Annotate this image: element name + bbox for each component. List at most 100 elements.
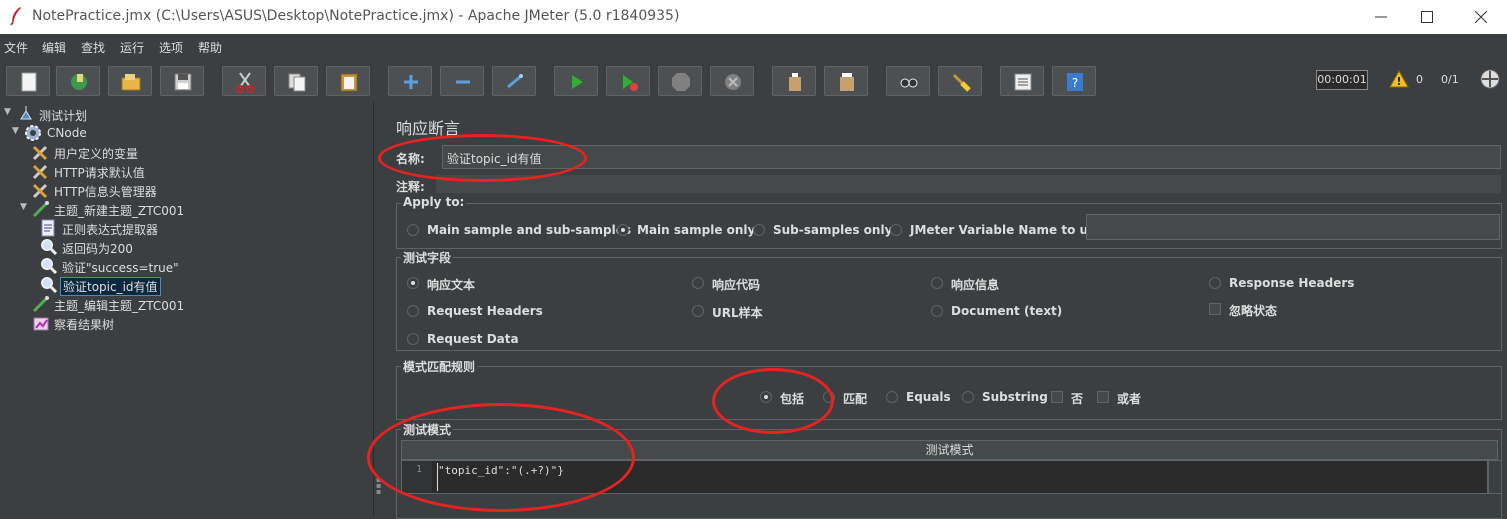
comment-input[interactable] (436, 175, 1501, 193)
radio-label: JMeter Variable Name to use (910, 223, 1104, 237)
collapse-all-button[interactable] (440, 66, 484, 96)
cut-icon (236, 72, 254, 93)
menu-edit[interactable]: 编辑 (42, 39, 66, 56)
sampler-icon (32, 200, 50, 221)
collapse-arrow-icon[interactable]: ▼ (20, 202, 27, 212)
toolbar: ? 00:00:01 ! 0 0/1 (0, 58, 1507, 102)
radio-label: Main sample and sub-samples (427, 223, 632, 237)
test-plan-tree: ▼ 测试计划 ▼ CNode 用户定义的变量 HTTP请求默认值 HTTP信息头… (0, 102, 373, 516)
radio-dot (931, 305, 943, 317)
new-button[interactable] (6, 66, 50, 96)
close-icon[interactable] (1458, 0, 1504, 34)
shutdown-icon (725, 74, 741, 90)
start-button[interactable] (554, 66, 598, 96)
checkbox-label: 或者 (1117, 392, 1142, 406)
radio-dot-selected (617, 224, 629, 236)
toggle-icon (507, 74, 523, 89)
stop-button[interactable] (658, 66, 702, 96)
comment-label: 注释: (396, 180, 425, 194)
function-helper-icon (1014, 73, 1032, 91)
help-button[interactable]: ? (1052, 66, 1096, 96)
config-element-icon (32, 181, 50, 202)
warning-icon[interactable]: ! (1389, 69, 1409, 91)
menu-search[interactable]: 查找 (81, 39, 105, 56)
search-icon (900, 78, 918, 88)
expand-icon (404, 75, 418, 89)
config-element-icon (32, 162, 50, 183)
name-label: 名称: (396, 152, 425, 166)
jmeter-variable-input[interactable] (1086, 214, 1500, 240)
radio-dot (962, 391, 974, 403)
radio-label: Substring (982, 390, 1048, 404)
radio-label: 响应代码 (712, 278, 761, 292)
stop-icon (672, 73, 690, 91)
radio-label: URL样本 (712, 306, 763, 320)
minimize-icon[interactable] (1358, 0, 1404, 34)
listener-icon (32, 314, 50, 335)
response-assertion-panel: 响应断言 名称: 验证topic_id有值 注释: Apply to: Main… (384, 102, 1507, 519)
menu-help[interactable]: 帮助 (198, 39, 222, 56)
menu-options[interactable]: 选项 (159, 39, 183, 56)
function-helper-button[interactable] (1000, 66, 1044, 96)
tree-item-label: HTTP请求默认值 (54, 166, 145, 180)
menu-file[interactable]: 文件 (4, 39, 28, 56)
start-no-pause-button[interactable] (606, 66, 650, 96)
jmeter-feather-icon (8, 6, 24, 30)
test-pattern-editor[interactable]: 1 "topic_id":"(.+?)"} (401, 460, 1488, 494)
menu-bar: 文件 编辑 查找 运行 选项 帮助 (0, 34, 1507, 58)
radio-label: Main sample only (637, 223, 756, 237)
tree-item-label: 正则表达式提取器 (62, 223, 159, 237)
collapse-icon (456, 80, 470, 84)
radio-dot (692, 277, 704, 289)
svg-text:?: ? (1072, 76, 1078, 90)
maximize-icon[interactable] (1404, 0, 1450, 34)
clear-icon (789, 73, 801, 91)
test-field-title: 测试字段 (401, 249, 454, 266)
split-pane-divider[interactable]: ▪ ▪ ▪ (373, 102, 384, 516)
test-patterns-column-header[interactable]: 测试模式 (401, 440, 1498, 460)
pattern-rules-group: 模式匹配规则 包括 匹配 Equals Substring 否 或者 (396, 358, 1502, 420)
reset-search-button[interactable] (938, 66, 982, 96)
help-icon: ? (1067, 73, 1083, 91)
clear-button[interactable] (772, 66, 816, 96)
save-button[interactable] (160, 66, 204, 96)
paste-button[interactable] (326, 66, 370, 96)
templates-button[interactable] (56, 66, 100, 96)
apply-to-title: Apply to: (401, 195, 467, 209)
copy-button[interactable] (274, 66, 318, 96)
line-gutter: 1 (402, 461, 432, 493)
collapse-arrow-icon[interactable]: ▼ (12, 126, 19, 136)
cut-button[interactable] (222, 66, 266, 96)
warning-count: 0 (1416, 73, 1423, 86)
toggle-button[interactable] (492, 66, 536, 96)
expand-all-button[interactable] (388, 66, 432, 96)
tree-item-label: 察看结果树 (54, 318, 115, 332)
pattern-code: "topic_id":"(.+?)"} (438, 464, 564, 477)
radio-dot (407, 333, 419, 345)
checkbox-box (1209, 303, 1221, 315)
open-button[interactable] (108, 66, 152, 96)
tree-item-label: 测试计划 (39, 109, 88, 123)
tree-item-label: 验证topic_id有值 (60, 277, 161, 296)
radio-dot-selected (407, 277, 419, 289)
name-input[interactable]: 验证topic_id有值 (442, 145, 1501, 169)
assertion-icon (40, 257, 58, 278)
checkbox-label: 否 (1071, 392, 1084, 406)
radio-dot (890, 224, 902, 236)
remote-status-icon (1480, 69, 1500, 92)
radio-label: 包括 (780, 392, 805, 406)
search-button[interactable] (886, 66, 930, 96)
tree-item-label: 主题_编辑主题_ZTC001 (54, 299, 185, 313)
shutdown-button[interactable] (710, 66, 754, 96)
apply-to-group: Apply to: Main sample and sub-samples Ma… (396, 195, 1502, 249)
editor-scrollbar[interactable] (1488, 460, 1502, 494)
tree-item-label: HTTP信息头管理器 (54, 185, 157, 199)
thread-count: 0/1 (1441, 73, 1459, 86)
tree-item-label: 主题_新建主题_ZTC001 (54, 204, 185, 218)
svg-text:!: ! (1396, 75, 1401, 88)
collapse-arrow-icon[interactable]: ▼ (4, 107, 11, 117)
post-processor-icon (40, 219, 56, 240)
menu-run[interactable]: 运行 (120, 39, 144, 56)
clear-all-button[interactable] (824, 66, 868, 96)
assertion-icon (40, 238, 58, 259)
